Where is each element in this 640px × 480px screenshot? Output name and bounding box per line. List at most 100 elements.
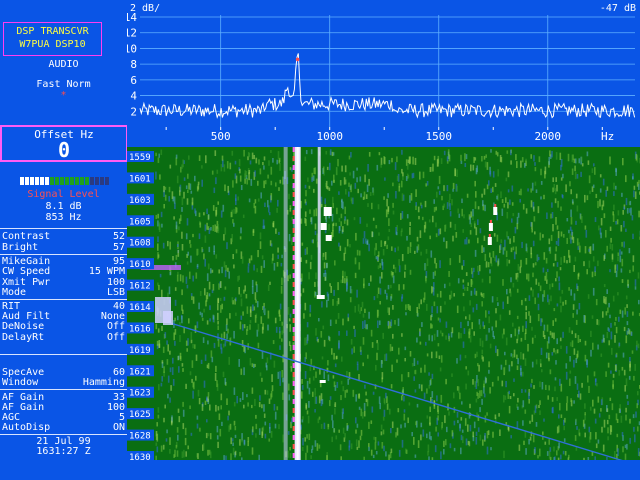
spectrum-display[interactable]: 1412108642 500 1000 1500 2000 2 dB/ -47 dB … xyxy=(127,0,640,147)
noise-speck xyxy=(290,366,293,372)
noise-speck xyxy=(534,181,537,186)
noise-speck xyxy=(469,403,471,409)
noise-speck xyxy=(563,234,565,238)
noise-speck xyxy=(289,167,292,171)
noise-speck xyxy=(557,238,560,247)
noise-speck xyxy=(616,433,619,438)
noise-speck xyxy=(575,319,578,325)
noise-speck xyxy=(387,236,390,241)
noise-speck xyxy=(535,189,538,194)
noise-speck xyxy=(305,150,308,155)
noise-speck xyxy=(473,288,476,295)
noise-speck xyxy=(490,263,493,267)
noise-speck xyxy=(161,325,163,331)
noise-speck xyxy=(443,185,445,192)
noise-speck xyxy=(579,213,582,220)
offset-box[interactable]: Offset Hz 0 xyxy=(0,125,128,162)
noise-speck xyxy=(566,218,569,222)
waterfall-display[interactable]: 1559160116031605160816101612161416161619… xyxy=(127,147,640,480)
noise-speck xyxy=(157,236,159,243)
noise-speck xyxy=(448,411,450,416)
noise-speck xyxy=(346,389,348,393)
noise-speck xyxy=(158,284,160,291)
noise-speck xyxy=(220,333,223,341)
noise-speck xyxy=(446,202,449,209)
noise-speck xyxy=(590,330,592,338)
noise-speck xyxy=(206,273,209,282)
noise-speck xyxy=(191,197,194,205)
noise-speck xyxy=(608,414,611,420)
noise-speck xyxy=(569,342,572,347)
noise-speck xyxy=(196,186,199,192)
noise-speck xyxy=(397,246,399,251)
noise-speck xyxy=(589,246,592,255)
noise-speck xyxy=(254,314,257,323)
noise-speck xyxy=(194,344,196,349)
noise-speck xyxy=(190,332,193,340)
noise-speck xyxy=(168,196,170,202)
noise-speck xyxy=(606,245,608,252)
noise-speck xyxy=(520,160,522,168)
noise-speck xyxy=(183,191,185,199)
signal-blob xyxy=(487,237,492,245)
noise-speck xyxy=(505,337,508,346)
audio-mode[interactable]: Fast Norm xyxy=(2,79,125,90)
noise-speck xyxy=(537,314,540,322)
noise-speck xyxy=(354,329,356,337)
noise-speck xyxy=(171,191,174,199)
noise-speck xyxy=(404,358,406,362)
noise-speck xyxy=(181,363,184,367)
noise-speck xyxy=(445,335,447,340)
noise-speck xyxy=(375,451,378,455)
noise-speck xyxy=(349,297,352,303)
noise-speck xyxy=(260,192,262,199)
noise-speck xyxy=(537,257,540,261)
noise-speck xyxy=(164,332,167,338)
signal-level-label: Signal Level xyxy=(27,189,100,200)
noise-speck xyxy=(388,160,391,165)
noise-speck xyxy=(439,260,441,269)
noise-speck xyxy=(186,218,189,226)
noise-speck xyxy=(333,289,335,296)
noise-speck xyxy=(244,173,246,179)
noise-speck xyxy=(169,367,172,373)
noise-speck xyxy=(361,411,364,419)
y-tick-label: 4 xyxy=(130,90,137,103)
noise-speck xyxy=(256,301,259,308)
noise-speck xyxy=(621,192,623,197)
noise-speck xyxy=(358,262,361,270)
noise-speck xyxy=(187,189,189,194)
noise-speck xyxy=(234,173,237,179)
noise-speck xyxy=(255,281,258,286)
noise-speck xyxy=(473,267,475,273)
carrier-edge xyxy=(292,174,295,179)
noise-speck xyxy=(534,297,536,305)
noise-speck xyxy=(172,357,174,364)
noise-speck xyxy=(177,315,179,321)
noise-speck xyxy=(333,352,335,360)
noise-speck xyxy=(376,164,379,171)
noise-speck xyxy=(323,371,325,379)
noise-speck xyxy=(236,396,238,404)
noise-speck xyxy=(488,361,490,368)
noise-speck xyxy=(281,370,284,378)
noise-speck xyxy=(548,385,550,391)
noise-speck xyxy=(438,175,441,184)
noise-speck xyxy=(621,241,623,247)
noise-speck xyxy=(589,190,591,194)
noise-speck xyxy=(321,356,324,360)
noise-speck xyxy=(218,269,220,274)
noise-speck xyxy=(223,234,225,241)
noise-speck xyxy=(633,185,636,190)
noise-speck xyxy=(501,380,504,387)
noise-speck xyxy=(525,305,527,311)
noise-speck xyxy=(562,450,565,455)
noise-speck xyxy=(549,330,552,336)
noise-speck xyxy=(401,296,403,302)
noise-speck xyxy=(409,351,412,357)
noise-speck xyxy=(260,265,263,273)
noise-speck xyxy=(539,359,542,365)
noise-speck xyxy=(339,245,342,251)
noise-speck xyxy=(435,233,438,238)
noise-speck xyxy=(266,357,269,364)
